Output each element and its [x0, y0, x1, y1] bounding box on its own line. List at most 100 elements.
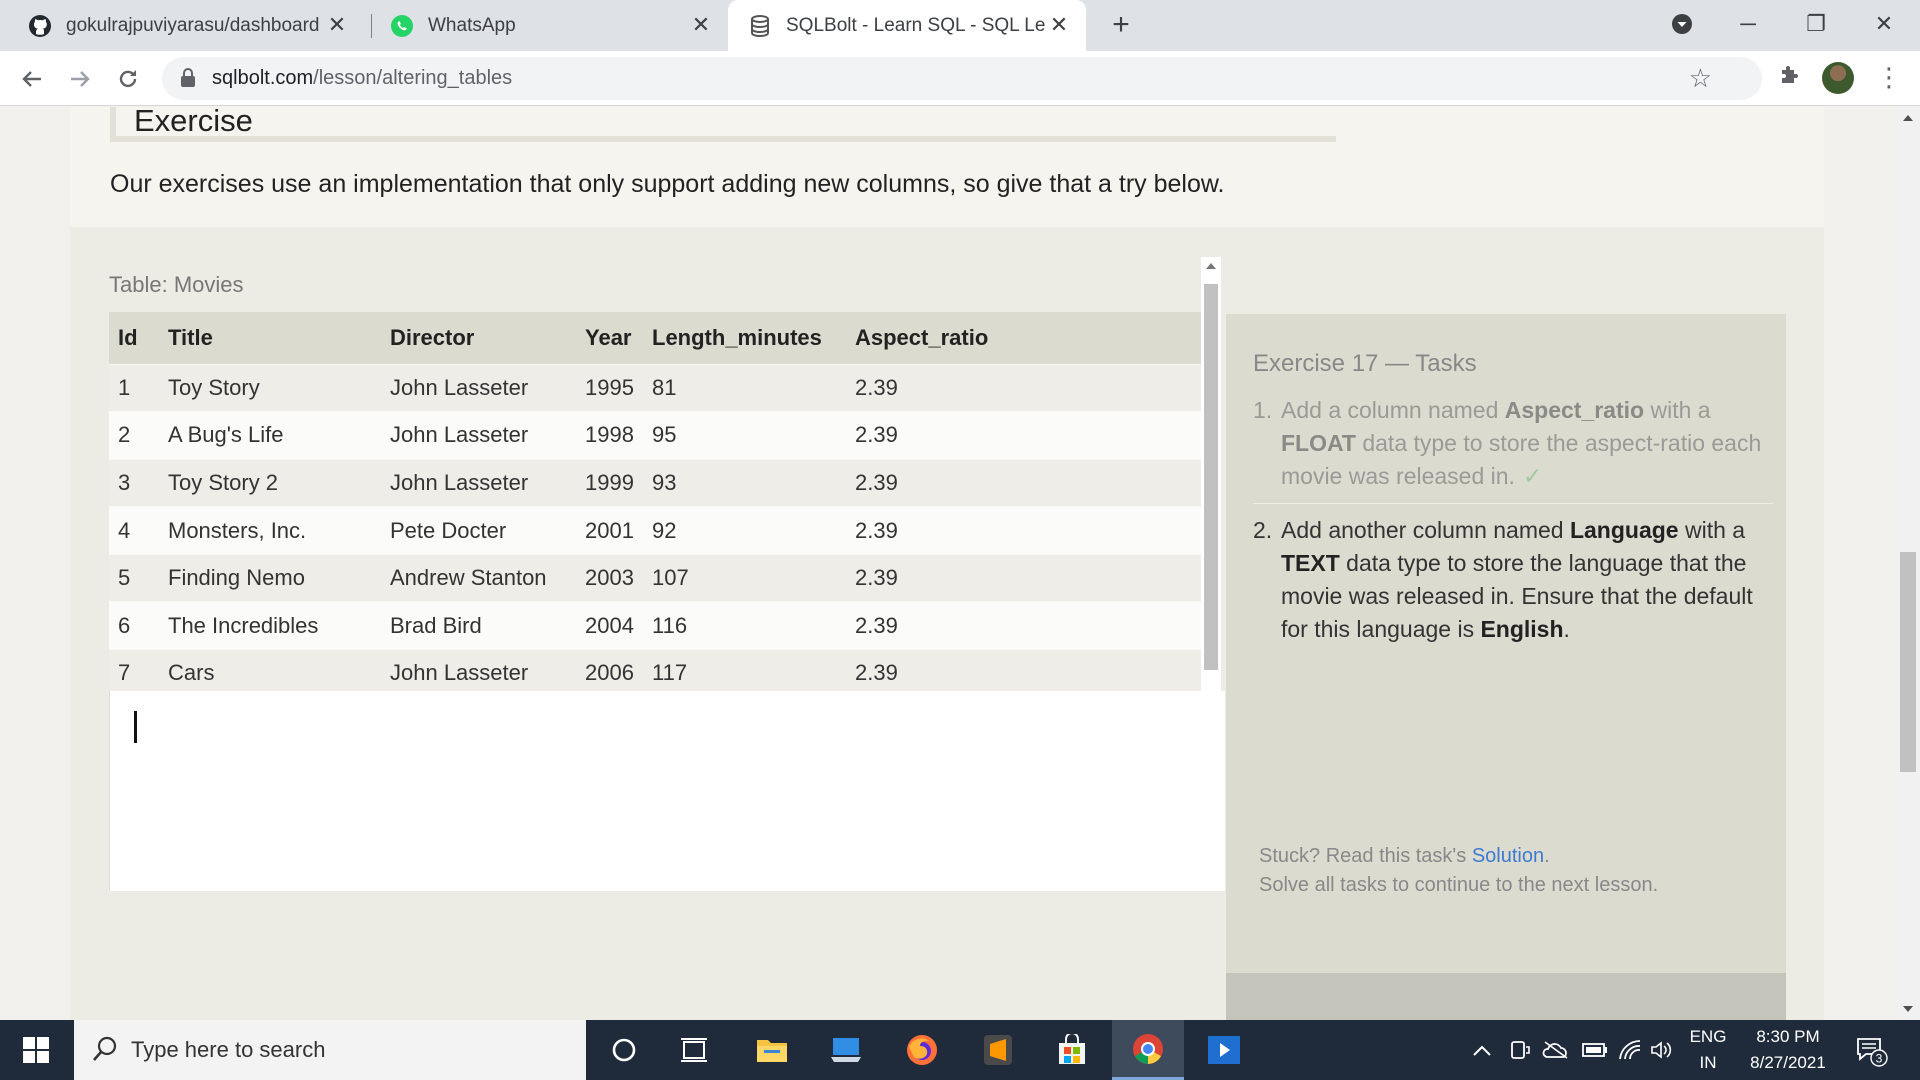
table-cell: 2.39	[846, 506, 1201, 555]
table-cell: 95	[643, 411, 846, 460]
exercise-intro-box: Exercise Our exercises use an implementa…	[70, 107, 1824, 227]
table-cell: Brad Bird	[381, 601, 576, 650]
volume-icon[interactable]	[1650, 1020, 1672, 1080]
forward-button[interactable]	[62, 61, 98, 97]
task-text: Add a column named	[1281, 397, 1505, 423]
close-tab-icon[interactable]: ✕	[1046, 12, 1072, 38]
reload-button[interactable]	[110, 61, 146, 97]
table-cell: The Incredibles	[159, 601, 381, 650]
table-cell: A Bug's Life	[159, 411, 381, 460]
table-cell: 1999	[576, 458, 643, 507]
taskbar: Type here to search ENG IN 8:30 PM 8/27/…	[0, 1020, 1920, 1080]
sql-query-editor[interactable]	[109, 691, 1225, 891]
close-tab-icon[interactable]: ✕	[688, 12, 714, 38]
cortana-icon[interactable]	[588, 1020, 660, 1080]
this-pc-icon[interactable]	[810, 1020, 882, 1080]
clock-date: 8/27/2021	[1750, 1053, 1826, 1072]
microsoft-store-icon[interactable]	[1036, 1020, 1108, 1080]
github-icon	[28, 14, 52, 38]
bookmark-star-icon[interactable]: ☆	[1689, 63, 1712, 94]
language-code: ENG	[1689, 1027, 1727, 1046]
finish-lesson-bar[interactable]	[1226, 973, 1786, 1020]
url-text: sqlbolt.com/lesson/altering_tables	[212, 67, 512, 90]
table-cell: 92	[643, 506, 846, 555]
close-window-button[interactable]: ✕	[1864, 6, 1904, 42]
address-bar[interactable]: sqlbolt.com/lesson/altering_tables ☆	[162, 57, 1762, 100]
scroll-up-arrow-icon[interactable]	[1206, 263, 1216, 269]
profile-avatar[interactable]	[1822, 62, 1854, 94]
page-scroll-thumb[interactable]	[1900, 552, 1916, 772]
back-button[interactable]	[14, 61, 50, 97]
task-text: Add another column named	[1281, 517, 1570, 543]
tab-title: gokulrajpuviyarasu/dashboard	[66, 14, 320, 36]
new-tab-button[interactable]: +	[1104, 10, 1138, 44]
wifi-icon[interactable]	[1618, 1020, 1642, 1080]
table-cell: 2.39	[846, 601, 1201, 650]
file-explorer-icon[interactable]	[736, 1020, 808, 1080]
task-item-2: 2. Add another column named Language wit…	[1253, 514, 1773, 656]
show-hidden-icons[interactable]	[1472, 1020, 1492, 1080]
table-cell: 93	[643, 458, 846, 507]
windows-start-button[interactable]	[0, 1020, 72, 1080]
onedrive-icon[interactable]	[1542, 1020, 1570, 1080]
task-list: 1. Add a column named Aspect_ratio with …	[1253, 394, 1773, 666]
tab-github[interactable]: gokulrajpuviyarasu/dashboard ✕	[14, 0, 364, 51]
table-cell: John Lasseter	[381, 458, 576, 507]
url-domain: sqlbolt.com	[212, 67, 314, 89]
close-tab-icon[interactable]: ✕	[324, 12, 350, 38]
table-cell: 2.39	[846, 363, 1201, 412]
clock-time: 8:30 PM	[1756, 1027, 1820, 1046]
clock[interactable]: 8:30 PM 8/27/2021	[1740, 1024, 1836, 1076]
input-language[interactable]: ENG IN	[1686, 1024, 1730, 1076]
tab-sqlbolt[interactable]: SQLBolt - Learn SQL - SQL Lesson ✕	[728, 0, 1086, 51]
column-header: Director	[381, 312, 576, 364]
page-viewport: Exercise Our exercises use an implementa…	[0, 107, 1920, 1020]
tab-title: WhatsApp	[428, 14, 516, 36]
tab-search-button[interactable]	[1662, 6, 1702, 42]
task-text: .	[1563, 616, 1570, 642]
battery-icon[interactable]	[1582, 1020, 1608, 1080]
column-header: Year	[576, 312, 643, 364]
chrome-icon[interactable]	[1112, 1020, 1184, 1080]
sublime-text-icon[interactable]	[962, 1020, 1034, 1080]
tab-whatsapp[interactable]: WhatsApp ✕	[378, 0, 728, 51]
table-cell: Finding Nemo	[159, 553, 381, 602]
task-item-1: 1. Add a column named Aspect_ratio with …	[1253, 394, 1773, 504]
region-code: IN	[1699, 1053, 1717, 1072]
table-cell: 2.39	[846, 458, 1201, 507]
scroll-up-arrow-icon[interactable]	[1903, 115, 1913, 121]
tasks-title: Exercise 17 — Tasks	[1253, 350, 1477, 377]
column-header: Title	[159, 312, 381, 364]
exercise-heading: Exercise	[134, 107, 253, 138]
restore-button[interactable]: ❐	[1796, 6, 1836, 42]
media-player-icon[interactable]	[1188, 1020, 1260, 1080]
task-keyword: English	[1480, 616, 1564, 642]
extensions-puzzle-icon[interactable]	[1778, 63, 1802, 92]
table-cell: 2004	[576, 601, 643, 650]
table-cell: 2001	[576, 506, 643, 555]
exercise-intro-text: Our exercises use an implementation that…	[110, 170, 1225, 198]
minimize-button[interactable]: ─	[1728, 6, 1768, 42]
notification-center-icon[interactable]: 3	[1854, 1020, 1888, 1080]
task-keyword: Language	[1569, 517, 1679, 543]
table-header-row: Id Title Director Year Length_minutes As…	[109, 312, 1201, 364]
stuck-text: .	[1544, 845, 1550, 867]
solution-link[interactable]: Solution	[1472, 845, 1544, 867]
scroll-down-arrow-icon[interactable]	[1903, 1006, 1913, 1012]
table-cell: 1998	[576, 411, 643, 460]
firefox-icon[interactable]	[886, 1020, 958, 1080]
table-cell: Toy Story	[159, 363, 381, 412]
table-cell: 1	[109, 363, 159, 412]
table-scroll-thumb[interactable]	[1204, 284, 1218, 670]
table-row: 4 Monsters, Inc. Pete Docter 2001 92 2.39	[109, 506, 1201, 555]
task-view-icon[interactable]	[658, 1020, 730, 1080]
url-path: /lesson/altering_tables	[313, 67, 513, 89]
solve-all-text: Solve all tasks to continue to the next …	[1259, 874, 1659, 896]
browser-menu-icon[interactable]: ⋮	[1876, 60, 1902, 96]
device-icon[interactable]	[1510, 1020, 1530, 1080]
database-icon	[748, 14, 772, 38]
taskbar-search-box[interactable]: Type here to search	[74, 1020, 586, 1080]
table-cell: Andrew Stanton	[381, 553, 576, 602]
browser-toolbar: sqlbolt.com/lesson/altering_tables ☆	[0, 51, 1920, 106]
page-scrollbar[interactable]	[1896, 107, 1920, 1020]
